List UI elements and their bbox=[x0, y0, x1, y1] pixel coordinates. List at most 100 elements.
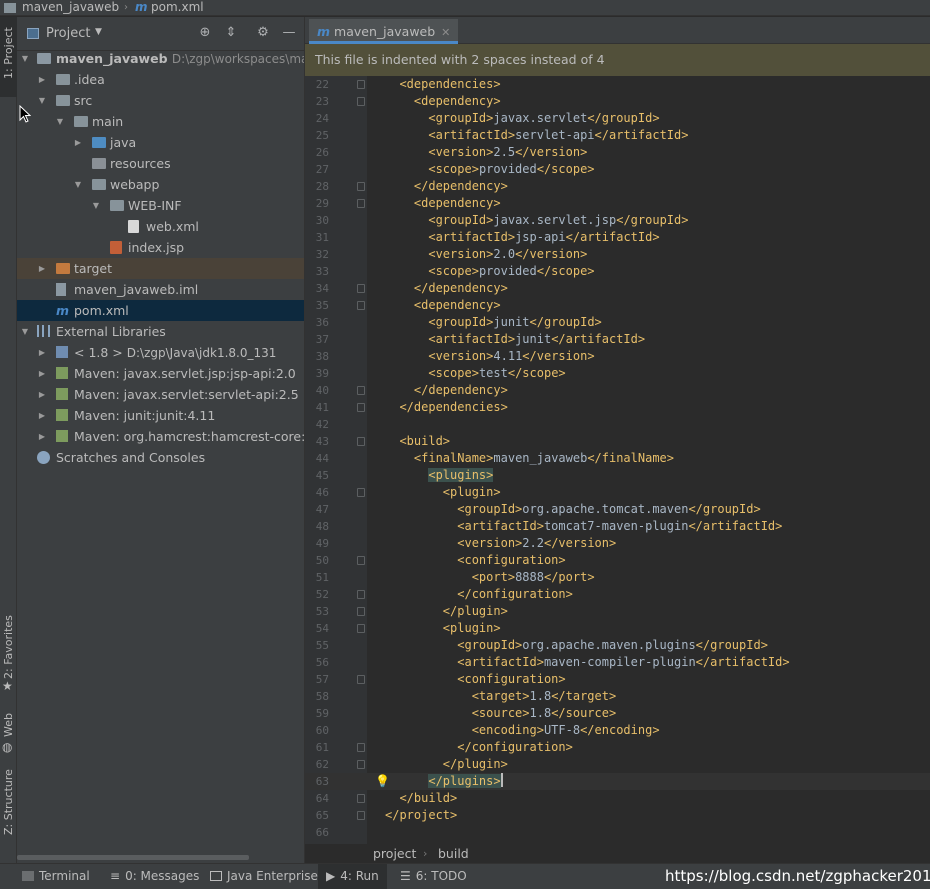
fold-marker-icon[interactable] bbox=[357, 301, 365, 310]
fold-marker-icon[interactable] bbox=[357, 80, 365, 89]
code-line[interactable]: 25 <artifactId>servlet-api</artifactId> bbox=[305, 127, 930, 144]
tree-item-index-jsp[interactable]: index.jsp bbox=[17, 237, 304, 258]
fold-marker-icon[interactable] bbox=[357, 437, 365, 446]
tree-item-target[interactable]: ▶ target bbox=[17, 258, 304, 279]
structure-tool-tab[interactable]: Z: Structure bbox=[0, 769, 17, 849]
code-line[interactable]: 48 <artifactId>tomcat7-maven-plugin</art… bbox=[305, 518, 930, 535]
fold-marker-icon[interactable] bbox=[357, 607, 365, 616]
tree-item-lib-jsp-api[interactable]: ▶ Maven: javax.servlet.jsp:jsp-api:2.0 bbox=[17, 363, 304, 384]
code-line[interactable]: 27 <scope>provided</scope> bbox=[305, 161, 930, 178]
tree-item-scratches[interactable]: Scratches and Consoles bbox=[17, 447, 304, 468]
collapse-all-icon[interactable]: ⇕ bbox=[223, 25, 239, 41]
code-line[interactable]: 31 <artifactId>jsp-api</artifactId> bbox=[305, 229, 930, 246]
java-enterprise-tab[interactable]: Java Enterprise bbox=[210, 864, 318, 889]
nav-file-crumb[interactable]: pom.xml bbox=[151, 0, 204, 15]
expand-arrow-icon[interactable]: ▼ bbox=[20, 321, 30, 342]
code-line[interactable]: 22 <dependencies> bbox=[305, 76, 930, 93]
collapsed-arrow-icon[interactable]: ▶ bbox=[37, 258, 47, 279]
expand-arrow-icon[interactable]: ▼ bbox=[91, 195, 101, 216]
code-line[interactable]: 53 </plugin> bbox=[305, 603, 930, 620]
editor-tab-pom[interactable]: m maven_javaweb ✕ bbox=[309, 19, 459, 44]
project-tool-tab[interactable]: 1: Project bbox=[0, 17, 17, 97]
code-line[interactable]: 50 <configuration> bbox=[305, 552, 930, 569]
code-line[interactable]: 29 <dependency> bbox=[305, 195, 930, 212]
tree-item-external-libraries[interactable]: ▼ External Libraries bbox=[17, 321, 304, 342]
tree-item-src[interactable]: ▼ src bbox=[17, 90, 304, 111]
tree-item-lib-servlet-api[interactable]: ▶ Maven: javax.servlet:servlet-api:2.5 bbox=[17, 384, 304, 405]
chevron-down-icon[interactable]: ▼ bbox=[95, 27, 102, 37]
code-line[interactable]: 63 💡 </plugins> bbox=[305, 773, 930, 790]
fold-marker-icon[interactable] bbox=[357, 760, 365, 769]
code-line[interactable]: 23 <dependency> bbox=[305, 93, 930, 110]
code-line[interactable]: 57 <configuration> bbox=[305, 671, 930, 688]
breadcrumb-build[interactable]: build bbox=[438, 844, 469, 863]
code-line[interactable]: 36 <groupId>junit</groupId> bbox=[305, 314, 930, 331]
code-line[interactable]: 33 <scope>provided</scope> bbox=[305, 263, 930, 280]
code-line[interactable]: 38 <version>4.11</version> bbox=[305, 348, 930, 365]
fold-marker-icon[interactable] bbox=[357, 284, 365, 293]
fold-marker-icon[interactable] bbox=[357, 97, 365, 106]
tree-item-pom-xml[interactable]: m pom.xml bbox=[17, 300, 304, 321]
collapsed-arrow-icon[interactable]: ▶ bbox=[37, 405, 47, 426]
collapsed-arrow-icon[interactable]: ▶ bbox=[37, 426, 47, 447]
fold-marker-icon[interactable] bbox=[357, 403, 365, 412]
code-line[interactable]: 42 bbox=[305, 416, 930, 433]
expand-arrow-icon[interactable]: ▼ bbox=[20, 48, 30, 69]
code-line[interactable]: 56 <artifactId>maven-compiler-plugin</ar… bbox=[305, 654, 930, 671]
fold-marker-icon[interactable] bbox=[357, 743, 365, 752]
fold-marker-icon[interactable] bbox=[357, 199, 365, 208]
nav-project-crumb[interactable]: maven_javaweb bbox=[22, 0, 119, 15]
locate-icon[interactable]: ⊕ bbox=[197, 25, 213, 41]
fold-marker-icon[interactable] bbox=[357, 811, 365, 820]
tree-item-lib-hamcrest[interactable]: ▶ Maven: org.hamcrest:hamcrest-core:1.3 bbox=[17, 426, 304, 447]
code-line[interactable]: 32 <version>2.0</version> bbox=[305, 246, 930, 263]
fold-marker-icon[interactable] bbox=[357, 182, 365, 191]
code-line[interactable]: 39 <scope>test</scope> bbox=[305, 365, 930, 382]
expand-arrow-icon[interactable]: ▼ bbox=[55, 111, 65, 132]
messages-tab[interactable]: ≡ 0: Messages bbox=[110, 864, 199, 889]
fold-marker-icon[interactable] bbox=[357, 386, 365, 395]
tree-item-java[interactable]: ▶ java bbox=[17, 132, 304, 153]
collapsed-arrow-icon[interactable]: ▶ bbox=[73, 132, 83, 153]
code-line[interactable]: 61 </configuration> bbox=[305, 739, 930, 756]
tree-item-webapp[interactable]: ▼ webapp bbox=[17, 174, 304, 195]
code-line[interactable]: 62 </plugin> bbox=[305, 756, 930, 773]
code-line[interactable]: 46 <plugin> bbox=[305, 484, 930, 501]
fold-marker-icon[interactable] bbox=[357, 556, 365, 565]
code-line[interactable]: 64 </build> bbox=[305, 790, 930, 807]
code-line[interactable]: 65 </project> bbox=[305, 807, 930, 824]
run-tab[interactable]: ▶ 4: Run bbox=[318, 864, 387, 889]
code-line[interactable]: 40 </dependency> bbox=[305, 382, 930, 399]
breadcrumb-project[interactable]: project bbox=[373, 844, 416, 863]
close-icon[interactable]: ✕ bbox=[441, 26, 450, 39]
code-line[interactable]: 26 <version>2.5</version> bbox=[305, 144, 930, 161]
collapsed-arrow-icon[interactable]: ▶ bbox=[37, 363, 47, 384]
fold-marker-icon[interactable] bbox=[357, 488, 365, 497]
code-line[interactable]: 52 </configuration> bbox=[305, 586, 930, 603]
code-line[interactable]: 54 <plugin> bbox=[305, 620, 930, 637]
tree-item-jdk[interactable]: ▶ < 1.8 > D:\zgp\Java\jdk1.8.0_131 bbox=[17, 342, 304, 363]
tree-item-main[interactable]: ▼ main bbox=[17, 111, 304, 132]
code-line[interactable]: 45 <plugins> bbox=[305, 467, 930, 484]
code-line[interactable]: 59 <source>1.8</source> bbox=[305, 705, 930, 722]
code-line[interactable]: 66 bbox=[305, 824, 930, 841]
todo-tab[interactable]: ☰ 6: TODO bbox=[400, 864, 467, 889]
tree-item-maven-javaweb[interactable]: ▼ maven_javaweb D:\zgp\workspaces\maven bbox=[17, 48, 304, 69]
code-line[interactable]: 37 <artifactId>junit</artifactId> bbox=[305, 331, 930, 348]
code-editor[interactable]: 22 <dependencies> 23 <dependency> 24 <grou… bbox=[305, 76, 930, 844]
tree-item-idea[interactable]: ▶ .idea bbox=[17, 69, 304, 90]
code-line[interactable]: 58 <target>1.8</target> bbox=[305, 688, 930, 705]
expand-arrow-icon[interactable]: ▼ bbox=[73, 174, 83, 195]
code-line[interactable]: 51 <port>8888</port> bbox=[305, 569, 930, 586]
collapsed-arrow-icon[interactable]: ▶ bbox=[37, 69, 47, 90]
tree-item-iml[interactable]: maven_javaweb.iml bbox=[17, 279, 304, 300]
collapsed-arrow-icon[interactable]: ▶ bbox=[37, 384, 47, 405]
collapsed-arrow-icon[interactable]: ▶ bbox=[37, 342, 47, 363]
fold-marker-icon[interactable] bbox=[357, 675, 365, 684]
expand-arrow-icon[interactable]: ▼ bbox=[37, 90, 47, 111]
code-line[interactable]: 47 <groupId>org.apache.tomcat.maven</gro… bbox=[305, 501, 930, 518]
tree-item-lib-junit[interactable]: ▶ Maven: junit:junit:4.11 bbox=[17, 405, 304, 426]
tree-item-web-inf[interactable]: ▼ WEB-INF bbox=[17, 195, 304, 216]
fold-marker-icon[interactable] bbox=[357, 590, 365, 599]
code-line[interactable]: 35 <dependency> bbox=[305, 297, 930, 314]
